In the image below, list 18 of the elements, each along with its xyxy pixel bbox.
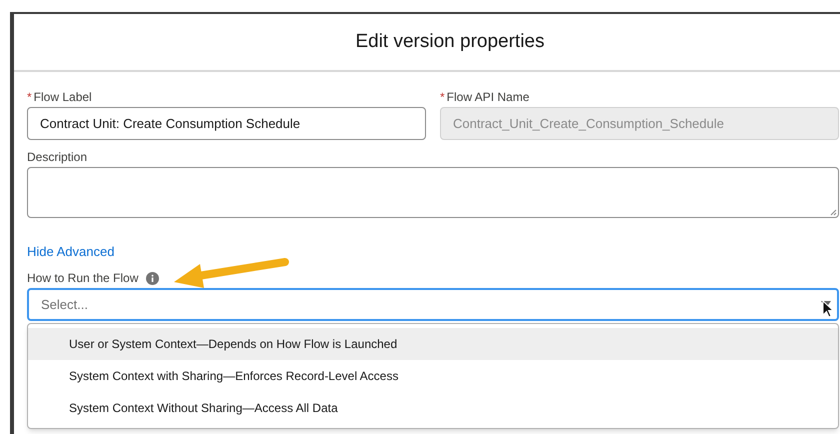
- field-label: How to Run the Flow: [27, 270, 138, 286]
- text-field[interactable]: Contract Unit: Create Consumption Schedule: [27, 107, 426, 140]
- dialog-title: Edit version properties: [355, 30, 545, 54]
- info-icon[interactable]: [146, 272, 160, 284]
- required-marker: *: [27, 89, 32, 105]
- hide-advanced-link[interactable]: Hide Advanced: [27, 243, 114, 261]
- cursor-icon: [822, 300, 834, 318]
- resize-handle-icon: [830, 209, 837, 216]
- field-label: Flow Label: [34, 89, 92, 105]
- description-field[interactable]: [27, 167, 839, 218]
- run-mode-select[interactable]: Select...: [27, 288, 839, 321]
- dropdown-option[interactable]: System Context Without Sharing—Access All Data: [28, 392, 838, 424]
- placeholder-text: Select...: [41, 296, 89, 314]
- field-label: Description: [27, 149, 88, 165]
- dropdown-option[interactable]: User or System Context—Depends on How Flow is Launched: [28, 328, 838, 360]
- required-marker: *: [440, 89, 445, 105]
- field-label: Flow API Name: [446, 89, 530, 105]
- dropdown-option[interactable]: System Context with Sharing—Enforces Record-Level Access: [28, 360, 838, 392]
